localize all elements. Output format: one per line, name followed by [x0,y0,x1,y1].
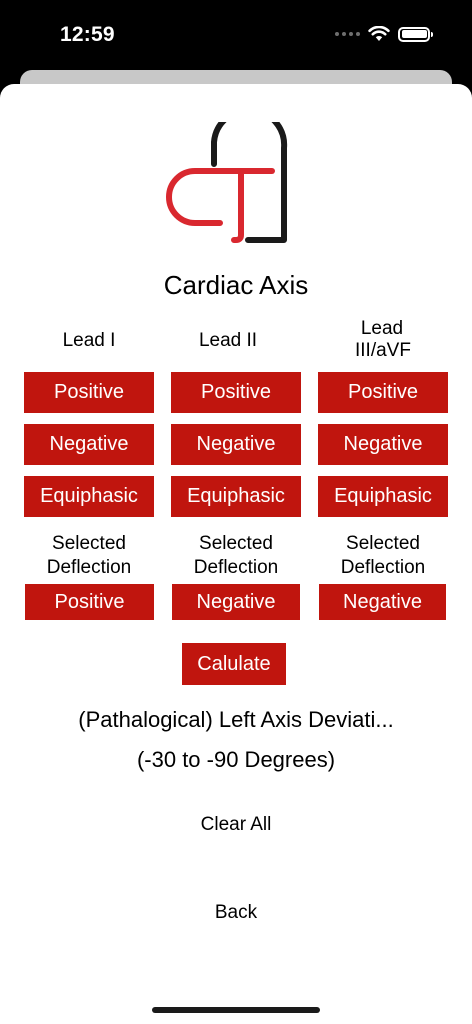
cellular-signal-icon [335,32,360,36]
result-text: (Pathalogical) Left Axis Deviati... [78,707,394,732]
lead-i-equiphasic-button[interactable]: Equiphasic [24,476,154,517]
lead-i-selected-value: Positive [25,584,154,620]
lead-iii-negative-button[interactable]: Negative [318,424,448,465]
lead-i-label: Lead I [62,330,116,351]
home-indicator [152,1007,320,1013]
lead-ii-label: Lead II [198,330,258,351]
calculate-button[interactable]: Calulate [182,643,286,685]
status-time: 12:59 [60,23,115,46]
page-title: Cardiac Axis [163,270,309,300]
result-range-text: (-30 to -90 Degrees) [136,747,336,772]
back-button[interactable]: Back [0,902,472,924]
lead-i-negative-button[interactable]: Negative [24,424,154,465]
lead-iii-avf-label: Lead III/aVF [355,318,411,361]
app-logo [166,122,288,243]
lead-ii-positive-button[interactable]: Positive [171,372,301,413]
lead-iii-equiphasic-button[interactable]: Equiphasic [318,476,448,517]
wifi-icon [368,26,390,41]
lead-iii-selected-label: Selected Deflection [340,533,426,578]
lead-ii-negative-button[interactable]: Negative [171,424,301,465]
clear-all-button[interactable]: Clear All [0,814,472,836]
lead-i-selected-label: Selected Deflection [46,533,132,578]
lead-iii-positive-button[interactable]: Positive [318,372,448,413]
battery-icon [398,26,433,42]
lead-ii-equiphasic-button[interactable]: Equiphasic [171,476,301,517]
status-icons [335,26,433,42]
lead-i-positive-button[interactable]: Positive [24,372,154,413]
lead-ii-selected-label: Selected Deflection [193,533,279,578]
lead-ii-selected-value: Negative [172,584,300,620]
lead-iii-selected-value: Negative [319,584,446,620]
status-bar: 12:59 [0,0,472,72]
